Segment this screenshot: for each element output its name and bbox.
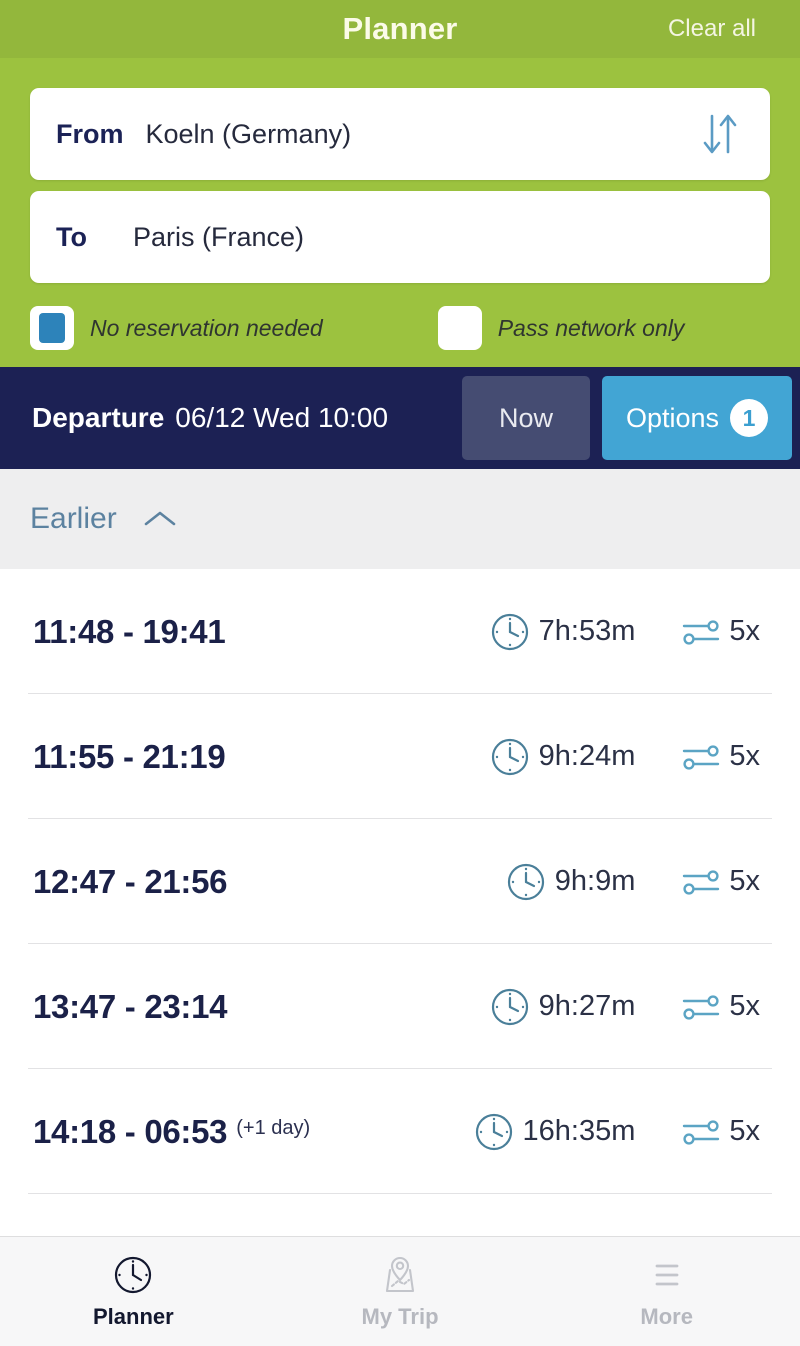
from-label: From: [56, 118, 124, 149]
to-label: To: [56, 221, 87, 252]
row-duration-text: 16h:35m: [522, 1115, 636, 1147]
row-meta: 9h:9m 5x: [505, 861, 800, 903]
departure-label: Departure: [32, 402, 165, 433]
row-next-day: (+1 day): [236, 1116, 311, 1139]
to-value: Paris (France): [132, 221, 305, 252]
checkbox-no-reservation-needed[interactable]: No reservation needed: [30, 306, 323, 350]
row-transfers: 5x: [681, 615, 760, 649]
row-transfers: 5x: [681, 865, 760, 899]
row-transfers: 5x: [681, 990, 760, 1024]
chevron-up-icon: [143, 508, 177, 530]
row-time-range: 11:48 - 19:41: [33, 612, 226, 650]
app-header: Planner Clear all: [0, 0, 800, 58]
row-transfers-text: 5x: [729, 990, 760, 1022]
clock-icon: [111, 1253, 155, 1297]
hamburger-menu-icon: [645, 1253, 689, 1297]
row-transfers: 5x: [681, 1115, 760, 1149]
options-button[interactable]: Options 1: [602, 376, 792, 460]
row-time-range: 11:55 - 21:19: [33, 737, 226, 775]
row-duration: 7h:53m: [489, 611, 636, 653]
transfers-icon: [681, 1115, 721, 1149]
row-transfers-text: 5x: [729, 615, 760, 647]
row-transfers: 5x: [681, 740, 760, 774]
checkbox-box[interactable]: [437, 306, 482, 350]
nav-item-more[interactable]: More: [533, 1253, 800, 1330]
checkbox-label: Pass network only: [497, 314, 685, 341]
bottom-navigation: Planner My Trip More: [0, 1236, 800, 1346]
table-row[interactable]: 13:47 - 23:14 9h:27m 5x: [0, 944, 800, 1069]
transfers-icon: [681, 740, 721, 774]
row-meta: 7h:53m 5x: [489, 611, 800, 653]
options-label: Options: [625, 402, 720, 433]
from-value: Koeln (Germany): [145, 118, 352, 149]
now-button[interactable]: Now: [462, 376, 590, 460]
swap-vertical-arrows-icon[interactable]: [700, 110, 740, 158]
row-time-range: 14:18 - 06:53: [33, 1112, 228, 1150]
row-times: 12:47 - 21:56: [0, 863, 236, 901]
transfers-icon: [681, 615, 721, 649]
row-times: 11:55 - 21:19: [0, 738, 234, 776]
departure-datetime: 06/12 Wed 10:00: [175, 402, 389, 433]
departure-bar: Departure 06/12 Wed 10:00 Now Options 1: [0, 367, 800, 469]
row-duration-text: 9h:27m: [538, 990, 636, 1022]
row-transfers-text: 5x: [729, 865, 760, 897]
clock-icon: [505, 861, 547, 903]
filter-checkbox-row: No reservation needed Pass network only: [30, 283, 770, 367]
options-count-badge: 1: [730, 399, 769, 437]
map-pin-icon: [378, 1253, 422, 1297]
row-duration: 9h:27m: [489, 986, 636, 1028]
row-duration: 9h:9m: [505, 861, 636, 903]
row-times: 14:18 - 06:53 (+1 day): [0, 1113, 310, 1151]
row-duration: 16h:35m: [473, 1111, 636, 1153]
row-meta: 16h:35m 5x: [473, 1111, 800, 1153]
row-duration: 9h:24m: [489, 736, 636, 778]
table-row[interactable]: 11:55 - 21:19 9h:24m 5x: [0, 694, 800, 819]
nav-label: My Trip: [361, 1304, 439, 1329]
clock-icon: [489, 611, 531, 653]
earlier-label: Earlier: [30, 502, 117, 535]
table-row[interactable]: 12:47 - 21:56 9h:9m 5x: [0, 819, 800, 944]
row-transfers-text: 5x: [729, 1115, 760, 1147]
transfers-icon: [681, 990, 721, 1024]
row-meta: 9h:24m 5x: [489, 736, 800, 778]
table-row[interactable]: 14:18 - 06:53 (+1 day) 16h:35m 5x: [0, 1069, 800, 1194]
row-duration-text: 9h:9m: [554, 865, 636, 897]
table-row[interactable]: 11:48 - 19:41 7h:53m 5x: [0, 569, 800, 694]
clock-icon: [489, 736, 531, 778]
app-root: Planner Clear all From Koeln (Germany) T…: [0, 0, 800, 1346]
results-list: 11:48 - 19:41 7h:53m 5x 11:55 - 21:19 9h…: [0, 569, 800, 1236]
earlier-button[interactable]: Earlier: [0, 469, 800, 569]
row-meta: 9h:27m 5x: [489, 986, 800, 1028]
departure-datetime-button[interactable]: Departure 06/12 Wed 10:00: [0, 367, 462, 469]
transfers-icon: [681, 865, 721, 899]
nav-label: Planner: [92, 1304, 174, 1329]
nav-item-planner[interactable]: Planner: [0, 1253, 267, 1330]
search-form: From Koeln (Germany) To Paris (France) N…: [0, 58, 800, 367]
to-field[interactable]: To Paris (France): [30, 191, 770, 283]
checkbox-pass-network-only[interactable]: Pass network only: [437, 306, 685, 350]
row-time-range: 12:47 - 21:56: [33, 862, 228, 900]
checkbox-box[interactable]: [30, 306, 74, 350]
row-duration-text: 9h:24m: [538, 740, 636, 772]
row-duration-text: 7h:53m: [538, 615, 636, 647]
nav-label: More: [640, 1304, 693, 1329]
checkbox-label: No reservation needed: [90, 314, 323, 341]
row-times: 13:47 - 23:14: [0, 988, 236, 1026]
clock-icon: [489, 986, 531, 1028]
from-field[interactable]: From Koeln (Germany): [30, 88, 770, 180]
row-time-range: 13:47 - 23:14: [33, 987, 228, 1025]
clock-icon: [473, 1111, 515, 1153]
clear-all-button[interactable]: Clear all: [668, 15, 756, 43]
row-times: 11:48 - 19:41: [0, 613, 234, 651]
nav-item-my-trip[interactable]: My Trip: [267, 1253, 534, 1330]
row-transfers-text: 5x: [729, 740, 760, 772]
